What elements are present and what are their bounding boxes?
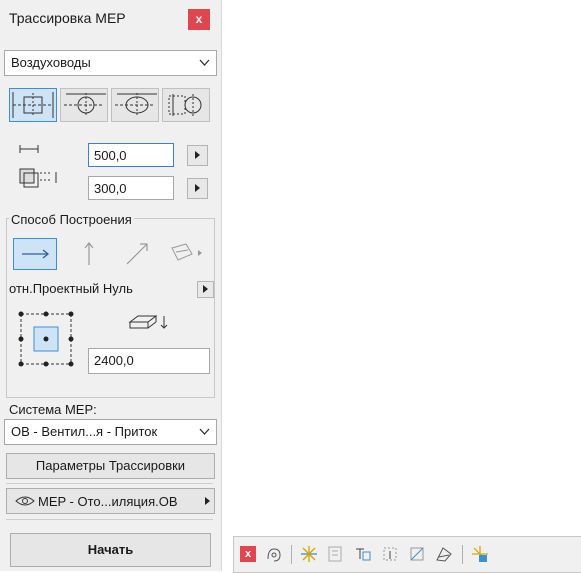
arrow-right-icon — [203, 285, 208, 293]
align-icon[interactable] — [381, 545, 399, 563]
custom-route-icon[interactable] — [166, 238, 210, 268]
panel-title: Трассировка MEP — [9, 10, 126, 26]
rectangular-duct-icon — [12, 92, 54, 118]
arrow-right-icon — [205, 497, 210, 505]
route-settings-icon[interactable] — [265, 545, 283, 563]
elevation-input[interactable]: 2400,0 — [88, 348, 210, 374]
arrow-right-icon — [195, 184, 200, 192]
toolbar-separator — [462, 545, 463, 564]
split-icon[interactable] — [300, 545, 318, 563]
eye-icon — [15, 496, 35, 506]
mep-system-label: Система MEP: — [9, 402, 97, 417]
mep-routing-panel: Трассировка MEP x Воздуховоды 500,0 300,… — [0, 0, 222, 571]
elevation-icon — [128, 315, 168, 329]
reference-level-button[interactable] — [197, 281, 214, 298]
reference-level-label: отн.Проектный Нуль — [9, 281, 133, 296]
routing-toolbar: x — [233, 536, 581, 573]
mep-type-dropdown[interactable]: Воздуховоды — [4, 50, 217, 76]
height-options-button[interactable] — [187, 178, 208, 199]
toolbar-separator — [291, 545, 292, 564]
horizontal-route-icon — [22, 249, 50, 259]
oval-duct-icon — [115, 93, 157, 117]
vertical-route-icon[interactable] — [74, 238, 104, 268]
close-button[interactable]: x — [188, 9, 210, 30]
round-duct-button[interactable] — [60, 88, 108, 122]
connect-icon[interactable] — [354, 545, 372, 563]
mep-system-dropdown[interactable]: ОВ - Вентил...я - Приток — [4, 419, 217, 445]
mep-type-value: Воздуховоды — [11, 55, 91, 70]
duct-dimension-icon — [19, 145, 57, 188]
finish-icon[interactable] — [471, 545, 489, 563]
height-value: 300,0 — [94, 181, 127, 196]
layer-label: MEP - Ото...иляция.ОВ — [38, 494, 178, 509]
toolbar-close-button[interactable]: x — [240, 546, 256, 562]
anchor-point-grid[interactable] — [15, 308, 79, 372]
mep-system-value: ОВ - Вентил...я - Приток — [11, 424, 158, 439]
transition-duct-button[interactable] — [162, 88, 210, 122]
width-value: 500,0 — [94, 148, 127, 163]
rectangular-duct-button[interactable] — [9, 88, 57, 122]
disconnect-icon[interactable] — [326, 545, 344, 563]
oval-duct-button[interactable] — [111, 88, 159, 122]
angle-icon[interactable] — [435, 545, 453, 563]
routing-params-button[interactable]: Параметры Трассировки — [6, 453, 215, 479]
slope-icon[interactable] — [408, 545, 426, 563]
width-options-button[interactable] — [187, 145, 208, 166]
height-input[interactable]: 300,0 — [88, 176, 174, 200]
width-input[interactable]: 500,0 — [88, 143, 174, 167]
chevron-down-icon — [199, 59, 210, 66]
divider — [6, 483, 213, 484]
round-duct-icon — [64, 93, 106, 117]
chevron-down-icon — [199, 428, 210, 435]
start-button[interactable]: Начать — [10, 533, 211, 567]
elevation-value: 2400,0 — [94, 353, 134, 368]
sloped-route-icon[interactable] — [122, 238, 152, 268]
panel-titlebar[interactable]: Трассировка MEP x — [0, 0, 221, 38]
construction-method-label: Способ Построения — [9, 212, 134, 227]
layer-button[interactable]: MEP - Ото...иляция.ОВ — [6, 488, 215, 514]
horizontal-route-button[interactable] — [13, 238, 57, 270]
divider — [6, 519, 213, 520]
arrow-right-icon — [195, 151, 200, 159]
rectangular-to-round-duct-icon — [168, 94, 202, 116]
